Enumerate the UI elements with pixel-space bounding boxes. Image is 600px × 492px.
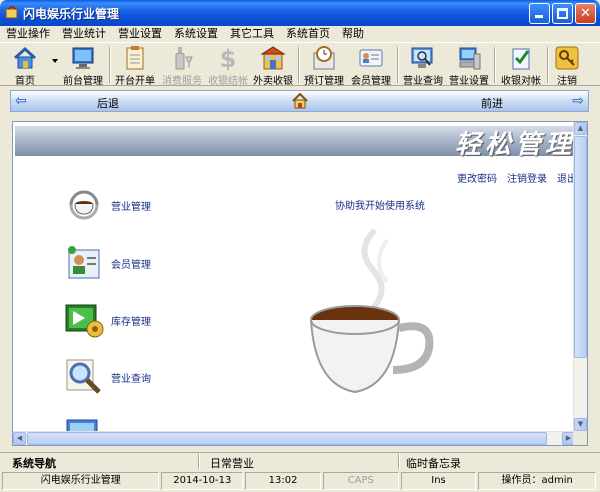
open-order-button[interactable]: 开台开单 bbox=[113, 44, 157, 87]
menu-system-home[interactable]: 系统首页 bbox=[286, 26, 330, 42]
scroll-left-icon[interactable]: ◀ bbox=[13, 432, 26, 445]
computer-settings-icon bbox=[456, 45, 482, 71]
clipboard-icon bbox=[122, 45, 148, 71]
memo-panel-title[interactable]: 临时备忘录 bbox=[406, 455, 461, 471]
monitor-icon bbox=[70, 45, 96, 71]
status-ins: Ins bbox=[400, 472, 477, 490]
business-query-button[interactable]: 营业查询 bbox=[401, 44, 445, 87]
vertical-scrollbar[interactable]: ▲ ▼ bbox=[573, 122, 587, 431]
inventory-monitor-icon bbox=[63, 299, 105, 341]
content-panel: 轻松管理 更改密码 注销登录 退出 协助我开始使用系统 营业管理 会员管理 库存… bbox=[12, 121, 588, 446]
home-icon bbox=[12, 45, 38, 71]
status-operator: 操作员：admin bbox=[478, 472, 596, 490]
scroll-up-icon[interactable]: ▲ bbox=[574, 122, 587, 135]
system-nav-panel-title[interactable]: 系统导航 bbox=[12, 455, 56, 471]
menu-bar: 营业操作 营业统计 营业设置 系统设置 其它工具 系统首页 帮助 bbox=[0, 26, 600, 42]
toolbar-separator bbox=[298, 47, 300, 83]
horizontal-scrollbar[interactable]: ◀ ▶ bbox=[13, 431, 575, 445]
forward-button[interactable]: 前进 bbox=[481, 95, 503, 111]
close-button[interactable]: ✕ bbox=[575, 3, 596, 24]
logout-button[interactable]: 注销 bbox=[552, 44, 582, 87]
toolbar-separator bbox=[397, 47, 399, 83]
logout-link[interactable]: 注销登录 bbox=[507, 170, 547, 185]
panel-titles: 系统导航 日常营业 临时备忘录 bbox=[0, 452, 600, 470]
panel-divider bbox=[398, 454, 400, 469]
maximize-icon bbox=[557, 8, 568, 19]
toolbar-separator bbox=[494, 47, 496, 83]
takeout-button[interactable]: 外卖收银 bbox=[251, 44, 295, 87]
banner-text: 轻松管理 bbox=[454, 130, 575, 160]
scrollbar-corner bbox=[573, 431, 587, 445]
toolbar-separator bbox=[547, 47, 549, 83]
title-bar: 闪电娱乐行业管理 ✕ bbox=[0, 0, 600, 26]
change-password-link[interactable]: 更改密码 bbox=[457, 170, 497, 185]
status-date: 2014-10-13 bbox=[161, 472, 244, 490]
coffee-cup-illustration bbox=[295, 220, 465, 410]
top-links: 更改密码 注销登录 退出 bbox=[457, 170, 577, 185]
status-app-name: 闪电娱乐行业管理 bbox=[2, 472, 160, 490]
banner: 轻松管理 bbox=[15, 126, 575, 160]
menu-system-settings[interactable]: 系统设置 bbox=[174, 26, 218, 42]
vertical-scroll-thumb[interactable] bbox=[574, 136, 587, 358]
magnifier-monitor-icon bbox=[410, 45, 436, 71]
consume-button[interactable]: 消费服务 bbox=[160, 44, 204, 87]
toolbar: 首页 前台管理 开台开单 消费服务 $ 收银结帐 外卖收银 预订管理 会员管理 … bbox=[0, 42, 600, 87]
home-button[interactable]: 首页 bbox=[8, 44, 42, 87]
app-icon bbox=[5, 5, 19, 20]
minimize-icon bbox=[535, 15, 543, 18]
key-icon bbox=[554, 45, 580, 71]
coffee-cycle-icon bbox=[63, 184, 105, 226]
home-nav-icon[interactable] bbox=[291, 92, 309, 110]
status-caps: CAPS bbox=[322, 472, 399, 490]
close-icon: ✕ bbox=[580, 6, 591, 21]
home-dropdown-arrow-icon[interactable] bbox=[52, 59, 58, 63]
getting-started-link[interactable]: 协助我开始使用系统 bbox=[335, 197, 425, 212]
maximize-button[interactable] bbox=[552, 3, 573, 24]
forward-arrow-icon[interactable]: ⇨ bbox=[572, 94, 584, 108]
shop-icon bbox=[260, 45, 286, 71]
menu-business-stats[interactable]: 营业统计 bbox=[62, 26, 106, 42]
menu-other-tools[interactable]: 其它工具 bbox=[230, 26, 274, 42]
member-card-icon bbox=[63, 242, 105, 284]
back-arrow-icon[interactable]: ⇦ bbox=[15, 94, 27, 108]
checkout-button[interactable]: $ 收银结帐 bbox=[206, 44, 250, 87]
status-bar: 闪电娱乐行业管理 2014-10-13 13:02 CAPS Ins 操作员：a… bbox=[0, 470, 600, 492]
panel-divider bbox=[198, 454, 200, 469]
menu-business-ops[interactable]: 营业操作 bbox=[6, 26, 50, 42]
daily-business-panel-title[interactable]: 日常营业 bbox=[210, 455, 254, 471]
side-item-inventory-management[interactable]: 库存管理 bbox=[63, 299, 151, 341]
business-settings-button[interactable]: 营业设置 bbox=[447, 44, 491, 87]
wine-bottle-icon bbox=[169, 45, 195, 71]
clock-icon bbox=[311, 45, 337, 71]
members-button[interactable]: 会员管理 bbox=[348, 44, 394, 87]
scroll-down-icon[interactable]: ▼ bbox=[574, 418, 587, 431]
window-title: 闪电娱乐行业管理 bbox=[23, 6, 120, 21]
toolbar-separator bbox=[109, 47, 111, 83]
menu-business-settings[interactable]: 营业设置 bbox=[118, 26, 162, 42]
side-item-business-query[interactable]: 营业查询 bbox=[63, 356, 151, 398]
horizontal-scroll-thumb[interactable] bbox=[27, 432, 547, 445]
navigation-bar: ⇦ 后退 前进 ⇨ bbox=[10, 90, 589, 112]
dollar-icon: $ bbox=[215, 45, 241, 73]
svg-text:$: $ bbox=[220, 45, 237, 71]
checklist-icon bbox=[508, 45, 534, 71]
side-item-business-management[interactable]: 营业管理 bbox=[63, 184, 151, 226]
reconcile-button[interactable]: 收银对帐 bbox=[498, 44, 544, 87]
status-time: 13:02 bbox=[245, 472, 321, 490]
reservation-button[interactable]: 预订管理 bbox=[302, 44, 346, 87]
minimize-button[interactable] bbox=[529, 3, 550, 24]
side-item-member-management[interactable]: 会员管理 bbox=[63, 242, 151, 284]
back-button[interactable]: 后退 bbox=[97, 95, 119, 111]
id-card-icon bbox=[358, 45, 384, 71]
menu-help[interactable]: 帮助 bbox=[342, 26, 364, 42]
front-desk-button[interactable]: 前台管理 bbox=[60, 44, 106, 87]
magnifier-icon bbox=[63, 356, 105, 398]
